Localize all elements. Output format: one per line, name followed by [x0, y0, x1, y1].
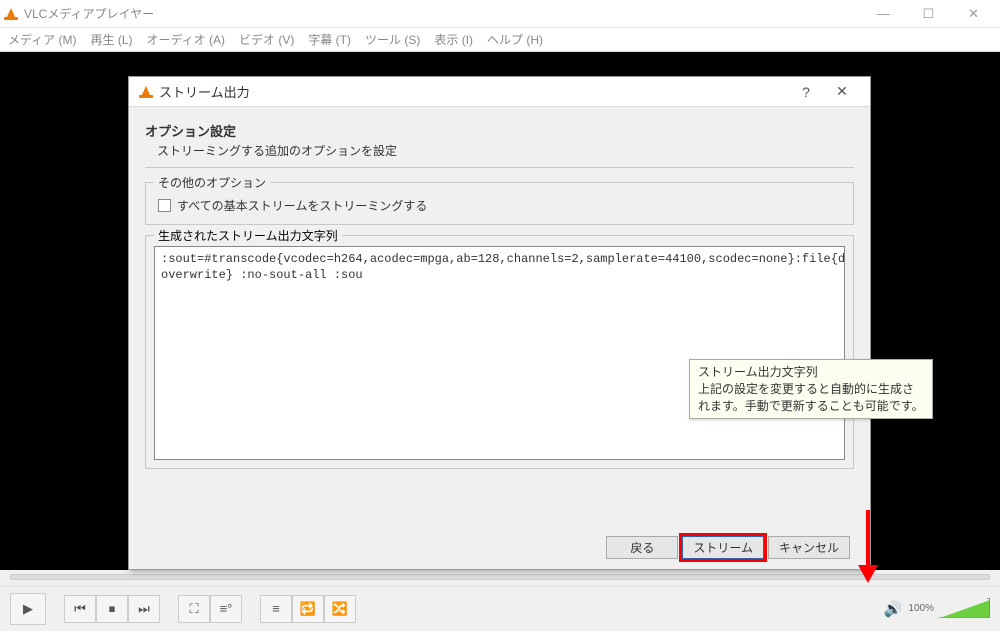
divider [145, 167, 854, 168]
menubar: メディア (M) 再生 (L) オーディオ (A) ビデオ (V) 字幕 (T)… [0, 28, 1000, 52]
menu-media[interactable]: メディア (M) [8, 31, 76, 48]
menu-subtitle[interactable]: 字幕 (T) [308, 31, 351, 48]
maximize-button[interactable]: ☐ [906, 0, 951, 28]
close-button[interactable]: ✕ [951, 0, 996, 28]
loop-button[interactable]: 🔁 [292, 595, 324, 623]
window-title: VLCメディアプレイヤー [24, 5, 861, 22]
seekbar[interactable] [0, 570, 1000, 586]
speaker-icon[interactable]: 🔊 [884, 600, 903, 618]
menu-help[interactable]: ヘルプ (H) [487, 31, 543, 48]
seek-track[interactable] [10, 574, 990, 580]
next-button[interactable]: ⏭ [128, 595, 160, 623]
menu-audio[interactable]: オーディオ (A) [147, 31, 226, 48]
volume-slider[interactable] [940, 600, 990, 618]
playlist-button[interactable]: ≡ [260, 595, 292, 623]
stream-button[interactable]: ストリーム [682, 536, 764, 559]
menu-view[interactable]: 表示 (I) [434, 31, 473, 48]
shuffle-button[interactable]: 🔀 [324, 595, 356, 623]
ext-settings-button[interactable]: ≡° [210, 595, 242, 623]
dialog-titlebar: ストリーム出力 ? ✕ [129, 77, 870, 107]
fullscreen-button[interactable]: ⛶ [178, 595, 210, 623]
cancel-button[interactable]: キャンセル [768, 536, 850, 559]
other-options-group: その他のオプション すべての基本ストリームをストリーミングする [145, 182, 854, 225]
other-options-title: その他のオプション [154, 174, 270, 191]
tooltip-line1: ストリーム出力文字列 [698, 364, 924, 381]
back-button[interactable]: 戻る [606, 536, 678, 559]
dialog-footer: 戻る ストリーム キャンセル [129, 536, 870, 559]
main-titlebar: VLCメディアプレイヤー — ☐ ✕ [0, 0, 1000, 28]
tooltip-line2: 上記の設定を変更すると自動的に生成されます。手動で更新することも可能です。 [698, 381, 924, 415]
prev-button[interactable]: ⏮ [64, 595, 96, 623]
play-button[interactable]: ▶ [10, 593, 46, 625]
dialog-title: ストリーム出力 [159, 82, 250, 101]
generated-string-group: 生成されたストリーム出力文字列 :sout=#transcode{vcodec=… [145, 235, 854, 469]
generated-string-title: 生成されたストリーム出力文字列 [154, 227, 342, 244]
options-heading: オプション設定 [145, 121, 854, 140]
video-area: ストリーム出力 ? ✕ オプション設定 ストリーミングする追加のオプションを設定… [0, 52, 1000, 570]
menu-playback[interactable]: 再生 (L) [90, 31, 132, 48]
stream-all-elementary-checkbox[interactable] [158, 199, 171, 212]
menu-video[interactable]: ビデオ (V) [239, 31, 294, 48]
playback-controls: ▶ ⏮ ⏹ ⏭ ⛶ ≡° ≡ 🔁 🔀 🔊 100% [0, 586, 1000, 630]
minimize-button[interactable]: — [861, 0, 906, 28]
options-subheading: ストリーミングする追加のオプションを設定 [157, 142, 854, 159]
volume-label: 100% [908, 603, 934, 614]
dialog-close-button[interactable]: ✕ [824, 83, 860, 100]
sout-tooltip: ストリーム出力文字列 上記の設定を変更すると自動的に生成されます。手動で更新する… [689, 359, 933, 419]
menu-tools[interactable]: ツール (S) [365, 31, 420, 48]
dialog-help-button[interactable]: ? [788, 84, 824, 100]
stop-button[interactable]: ⏹ [96, 595, 128, 623]
vlc-cone-icon [139, 85, 153, 99]
stream-all-label: すべての基本ストリームをストリーミングする [177, 197, 427, 214]
stream-output-dialog: ストリーム出力 ? ✕ オプション設定 ストリーミングする追加のオプションを設定… [128, 76, 871, 570]
sout-string-textarea[interactable]: :sout=#transcode{vcodec=h264,acodec=mpga… [154, 246, 845, 460]
vlc-cone-icon [4, 7, 18, 21]
